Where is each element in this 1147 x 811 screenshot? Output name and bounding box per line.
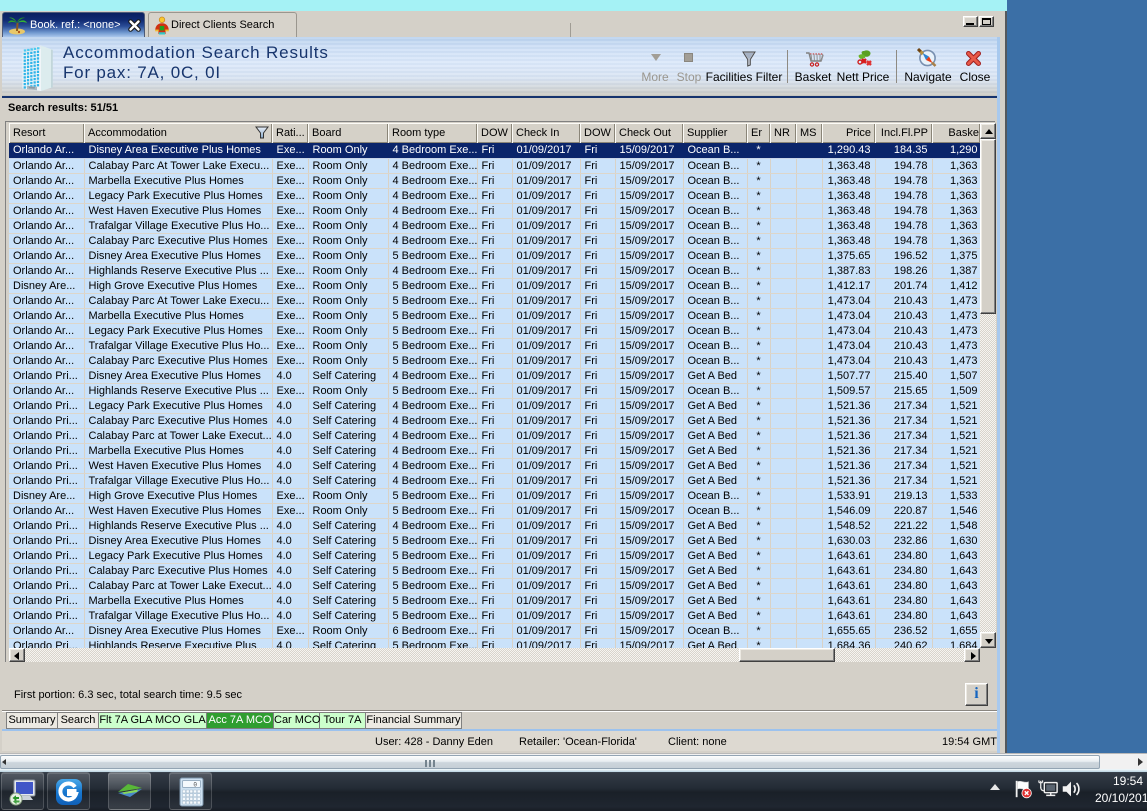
svg-text:0: 0 xyxy=(193,782,197,789)
